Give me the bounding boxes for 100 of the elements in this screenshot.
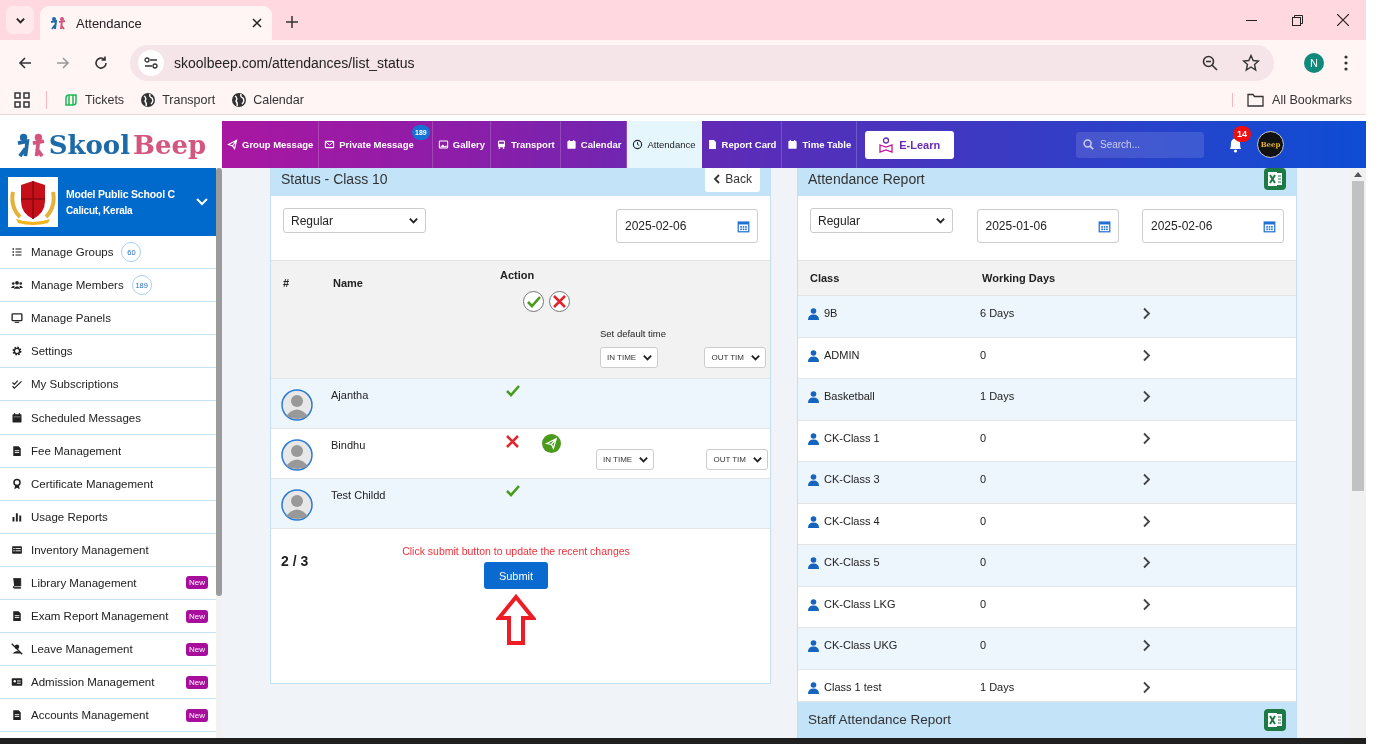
settings-icon <box>11 345 23 358</box>
chevron-right-icon[interactable] <box>1142 514 1151 528</box>
bookmark-link[interactable]: Tickets <box>63 91 125 108</box>
calendar-icon[interactable] <box>1097 219 1111 233</box>
chevron-right-icon[interactable] <box>1142 639 1151 652</box>
tab-list-button[interactable] <box>6 6 34 34</box>
person-icon <box>808 681 819 694</box>
notification-badge: 14 <box>1233 126 1251 142</box>
type-dropdown[interactable]: Regular <box>283 208 426 233</box>
class-name: 9B <box>824 307 838 319</box>
spreadsheet-icon[interactable] <box>1264 708 1286 731</box>
ticket-icon <box>63 91 79 108</box>
out-time-dropdown[interactable]: OUT TIM <box>706 449 768 470</box>
notice-text: Click submit button to update the recent changes <box>402 545 630 557</box>
browser-tab[interactable]: Attendance <box>40 6 272 40</box>
table-icon <box>11 543 23 556</box>
student-name: Ajantha <box>331 388 370 401</box>
close-icon <box>1337 14 1349 26</box>
menu-icon[interactable] <box>1344 54 1348 71</box>
medal-icon <box>11 477 23 490</box>
profile-avatar[interactable]: N <box>1304 52 1324 73</box>
check-icon <box>506 385 520 397</box>
caret-icon <box>750 352 761 363</box>
submit-button[interactable]: Submit <box>484 562 548 589</box>
class-name: CK-Class UKG <box>824 639 898 651</box>
panel-title: Attendance Report <box>808 171 925 187</box>
chevron-right-icon[interactable] <box>1142 307 1151 320</box>
caret-icon <box>935 215 946 226</box>
student-name: Bindhu <box>331 438 367 451</box>
panel-title: Staff Attendance Report <box>808 712 952 727</box>
document-icon <box>11 444 23 457</box>
working-days: 0 <box>980 348 1142 378</box>
chevron-right-icon[interactable] <box>1142 473 1151 486</box>
scrollbar[interactable] <box>1350 168 1366 738</box>
check-icon <box>506 485 520 497</box>
out-time-dropdown[interactable]: OUT TIM <box>704 347 766 368</box>
cross-icon <box>506 435 519 448</box>
apps-grid-icon[interactable] <box>14 91 30 108</box>
avatar-icon <box>281 439 313 471</box>
spreadsheet-icon[interactable] <box>1264 168 1286 190</box>
in-time-dropdown[interactable]: IN TIME <box>596 449 655 470</box>
calendar-icon <box>565 139 577 150</box>
type-dropdown[interactable]: Regular <box>810 208 953 233</box>
all-bookmarks-link[interactable]: All Bookmarks <box>1232 92 1352 107</box>
back-button[interactable]: Back <box>705 168 760 192</box>
address-bar[interactable]: skoolbeep.com/attendances/list_status <box>130 44 1274 81</box>
school-card[interactable]: Model Public School C Calicut, Kerala <box>0 168 216 236</box>
mark-all-absent-button[interactable] <box>549 291 570 312</box>
caret-icon <box>408 215 419 226</box>
close-icon[interactable] <box>252 18 262 28</box>
plus-icon <box>286 16 298 28</box>
person-icon <box>808 391 819 403</box>
person-icon <box>808 432 819 445</box>
forward-arrow-icon <box>56 55 70 70</box>
scrollbar[interactable] <box>216 168 222 738</box>
send-icon[interactable] <box>542 434 561 453</box>
person-icon <box>808 557 819 569</box>
class-name: Basketball <box>824 390 875 402</box>
attendance-count: 2 / 3 <box>281 552 310 571</box>
class-name: ADMIN <box>824 348 860 361</box>
column-header: Working Days <box>982 272 1057 284</box>
person-slash-icon <box>11 643 23 656</box>
logo[interactable]: SkoolBeep <box>0 121 222 168</box>
date-field[interactable]: 2025-02-06 <box>616 209 758 243</box>
in-time-dropdown[interactable]: IN TIME <box>600 347 659 368</box>
date-field[interactable]: 2025-01-06 <box>976 209 1119 243</box>
chevron-right-icon[interactable] <box>1142 348 1151 362</box>
person-icon <box>808 474 819 486</box>
bookmark-link[interactable]: Calendar <box>231 91 304 108</box>
mark-all-present-button[interactable] <box>523 291 544 312</box>
chevron-right-icon[interactable] <box>1142 556 1151 569</box>
bar-chart-icon <box>11 510 23 523</box>
new-badge: New <box>186 642 208 656</box>
bookmark-link[interactable]: Transport <box>140 91 216 108</box>
person-icon <box>808 598 819 611</box>
chevron-down-icon[interactable] <box>196 198 208 206</box>
zoom-icon[interactable] <box>1202 54 1218 71</box>
caret-icon <box>638 454 650 465</box>
e-learn-button[interactable]: E-Learn <box>865 130 955 159</box>
double-check-icon <box>11 378 23 391</box>
calendar-icon[interactable] <box>737 219 750 233</box>
nav-tab[interactable]: Attendance <box>627 121 702 168</box>
envelope-icon <box>324 139 336 150</box>
chevron-right-icon[interactable] <box>1142 597 1151 611</box>
working-days: 1 Days <box>980 680 1142 701</box>
site-settings-icon[interactable] <box>144 56 158 69</box>
chevron-right-icon[interactable] <box>1142 390 1151 403</box>
column-header: # <box>283 276 291 289</box>
student-name: Test Childd <box>331 488 387 501</box>
class-name: Class 1 test <box>824 680 882 693</box>
up-arrow-icon <box>496 594 536 646</box>
chevron-right-icon[interactable] <box>1142 680 1151 694</box>
url-text: skoolbeep.com/attendances/list_status <box>174 54 416 71</box>
bookmark-star-icon[interactable] <box>1242 53 1260 72</box>
calendar-icon[interactable] <box>1263 219 1276 233</box>
working-days: 6 Days <box>980 307 1142 337</box>
class-name: CK-Class LKG <box>824 597 896 610</box>
chevron-right-icon[interactable] <box>1142 431 1151 445</box>
date-field[interactable]: 2025-02-06 <box>1142 209 1284 243</box>
search-field[interactable]: Search... <box>1076 131 1204 158</box>
